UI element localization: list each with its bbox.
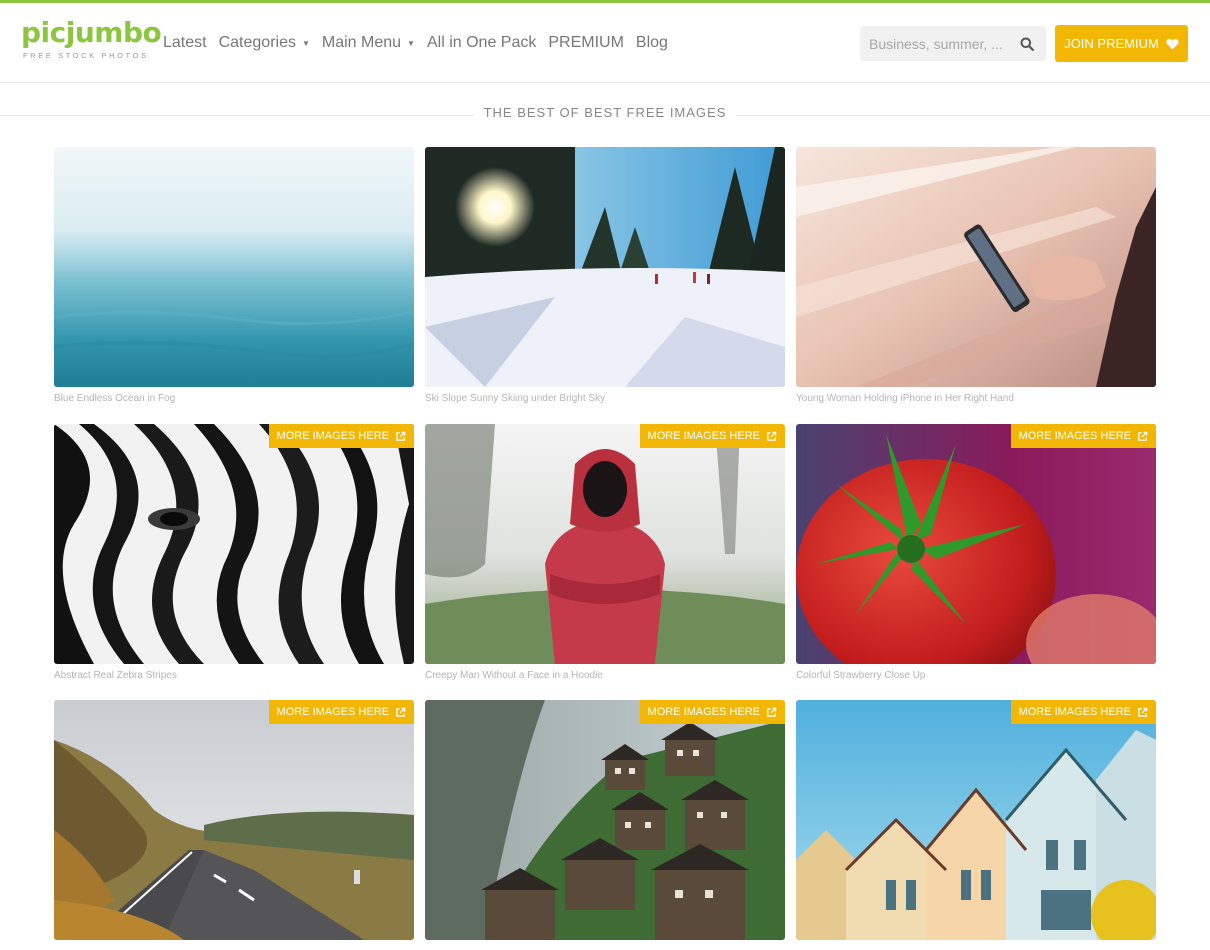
external-link-icon	[767, 707, 777, 717]
logo-wordmark: picjumbo	[21, 16, 162, 49]
more-images-button[interactable]: MORE IMAGES HERE	[1010, 424, 1156, 448]
nav-item-latest[interactable]: Latest	[163, 34, 207, 52]
nav-label: Categories	[218, 34, 296, 51]
photo-caption[interactable]: Abstract Real Zebra Stripes	[54, 670, 177, 681]
photo-mountain-road[interactable]	[54, 700, 414, 940]
photo-caption[interactable]: Ski Slope Sunny Skiing under Bright Sky	[425, 393, 605, 404]
photo-zebra[interactable]	[54, 424, 414, 664]
nav-label: PREMIUM	[548, 34, 624, 51]
photo-ocean-fog[interactable]	[54, 147, 414, 387]
more-images-label: MORE IMAGES HERE	[276, 706, 389, 718]
external-link-icon	[1138, 431, 1148, 441]
nav-label: Latest	[163, 34, 207, 51]
logo-tagline: FREE STOCK PHOTOS	[23, 51, 149, 60]
photo-woman-iphone[interactable]	[796, 147, 1156, 387]
more-images-button[interactable]: MORE IMAGES HERE	[639, 700, 785, 724]
nav-item-blog[interactable]: Blog	[636, 34, 668, 52]
nav-item-categories[interactable]: Categories ▼	[219, 34, 310, 52]
site-logo[interactable]: picjumbo FREE STOCK PHOTOS	[21, 16, 162, 68]
nav-label: Main Menu	[321, 34, 402, 51]
section-title: THE BEST OF BEST FREE IMAGES	[473, 105, 737, 120]
main-nav: Latest Categories ▼ Main Menu ▼ All in One…	[163, 32, 680, 54]
caret-down-icon: ▼	[301, 38, 310, 48]
external-link-icon	[396, 431, 406, 441]
search-input[interactable]	[860, 26, 1010, 61]
search-icon[interactable]	[1020, 37, 1034, 51]
photo-caption[interactable]: Creepy Man Without a Face in a Hoodie	[425, 670, 603, 681]
photo-hoodie[interactable]	[425, 424, 785, 664]
section-heading: THE BEST OF BEST FREE IMAGES	[0, 104, 1210, 124]
photo-caption[interactable]: Colorful Strawberry Close Up	[796, 670, 926, 681]
join-premium-label: JOIN PREMIUM	[1064, 36, 1159, 51]
more-images-button[interactable]: MORE IMAGES HERE	[268, 424, 414, 448]
more-images-label: MORE IMAGES HERE	[647, 430, 760, 442]
nav-label: All in One Pack	[426, 34, 537, 51]
external-link-icon	[767, 431, 777, 441]
join-premium-button[interactable]: JOIN PREMIUM	[1055, 25, 1188, 62]
external-link-icon	[396, 707, 406, 717]
external-link-icon	[1138, 707, 1148, 717]
heading-text-wrap: THE BEST OF BEST FREE IMAGES	[0, 105, 1210, 120]
more-images-label: MORE IMAGES HERE	[276, 430, 389, 442]
more-images-button[interactable]: MORE IMAGES HERE	[639, 424, 785, 448]
photo-ski-slope[interactable]	[425, 147, 785, 387]
photo-painted-ladies[interactable]	[796, 700, 1156, 940]
photo-caption[interactable]: Blue Endless Ocean in Fog	[54, 393, 175, 404]
more-images-label: MORE IMAGES HERE	[1018, 706, 1131, 718]
nav-label: Blog	[635, 34, 668, 51]
search-box	[860, 26, 1046, 61]
nav-item-all-in-one-pack[interactable]: All in One Pack	[427, 34, 536, 52]
nav-item-premium[interactable]: PREMIUM	[548, 34, 624, 52]
more-images-button[interactable]: MORE IMAGES HERE	[268, 700, 414, 724]
photo-alpine-village[interactable]	[425, 700, 785, 940]
photo-caption[interactable]: Young Woman Holding iPhone in Her Right …	[796, 393, 1014, 404]
photo-strawberry[interactable]	[796, 424, 1156, 664]
heart-icon	[1166, 38, 1179, 49]
more-images-label: MORE IMAGES HERE	[1018, 430, 1131, 442]
nav-item-main-menu[interactable]: Main Menu ▼	[322, 34, 415, 52]
more-images-button[interactable]: MORE IMAGES HERE	[1010, 700, 1156, 724]
more-images-label: MORE IMAGES HERE	[647, 706, 760, 718]
caret-down-icon: ▼	[407, 38, 415, 48]
site-header: picjumbo FREE STOCK PHOTOS Latest Catego…	[0, 3, 1210, 83]
